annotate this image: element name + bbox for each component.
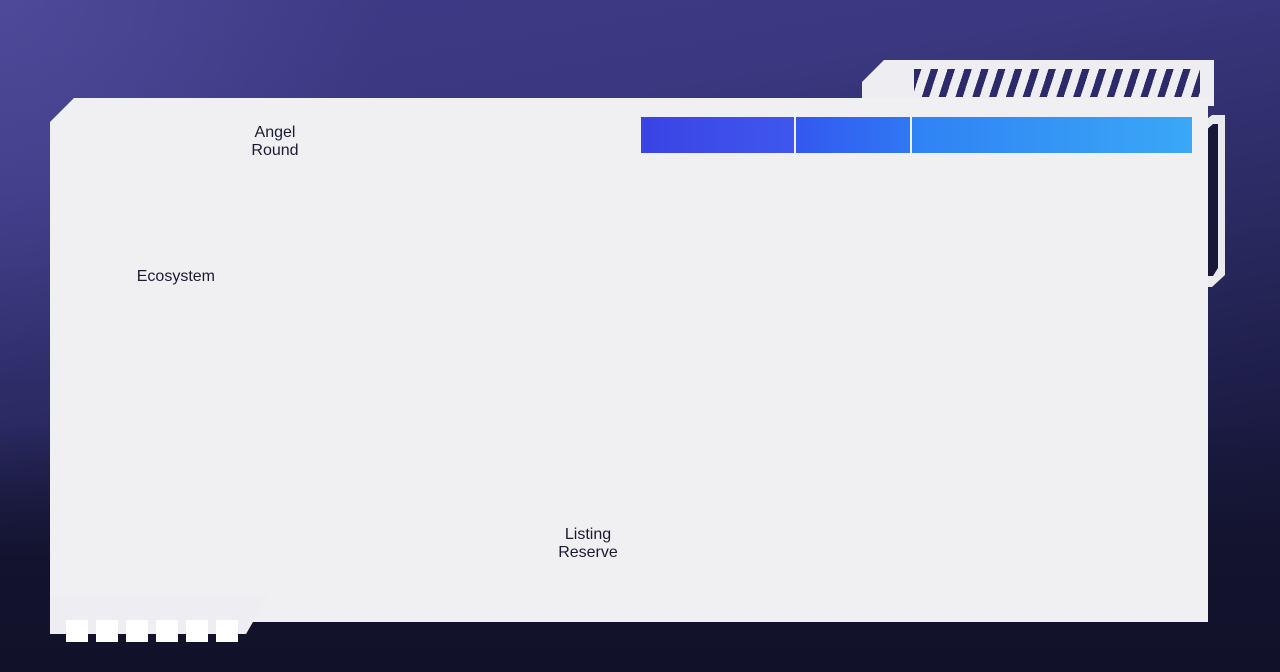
table-header-row <box>641 117 1192 153</box>
square-dots-decor <box>66 620 238 642</box>
table-header-cliff <box>796 117 910 153</box>
vesting-table <box>641 117 1192 155</box>
square-dot <box>186 620 208 642</box>
pie-label-name: Listing Reserve <box>558 526 618 561</box>
pie-label-angel-round: Angel Round <box>210 124 340 160</box>
pie-label-name: Ecosystem <box>136 268 215 285</box>
table-header-release <box>912 117 1192 153</box>
pie-label-ecosystem: Ecosystem <box>45 268 215 286</box>
pie-label-name: Angel Round <box>251 124 299 159</box>
table-header-item <box>641 117 794 153</box>
square-dot <box>156 620 178 642</box>
pie-chart-region: Ecosystem Angel Round Listing Reserve <box>50 98 640 622</box>
square-dot <box>66 620 88 642</box>
stripes-pattern <box>914 69 1200 97</box>
square-dot <box>96 620 118 642</box>
square-dot <box>126 620 148 642</box>
square-dot <box>216 620 238 642</box>
slide-root: Ecosystem Angel Round Listing Reserve <box>0 0 1280 672</box>
pie-label-listing-reserve: Listing Reserve <box>528 526 648 562</box>
